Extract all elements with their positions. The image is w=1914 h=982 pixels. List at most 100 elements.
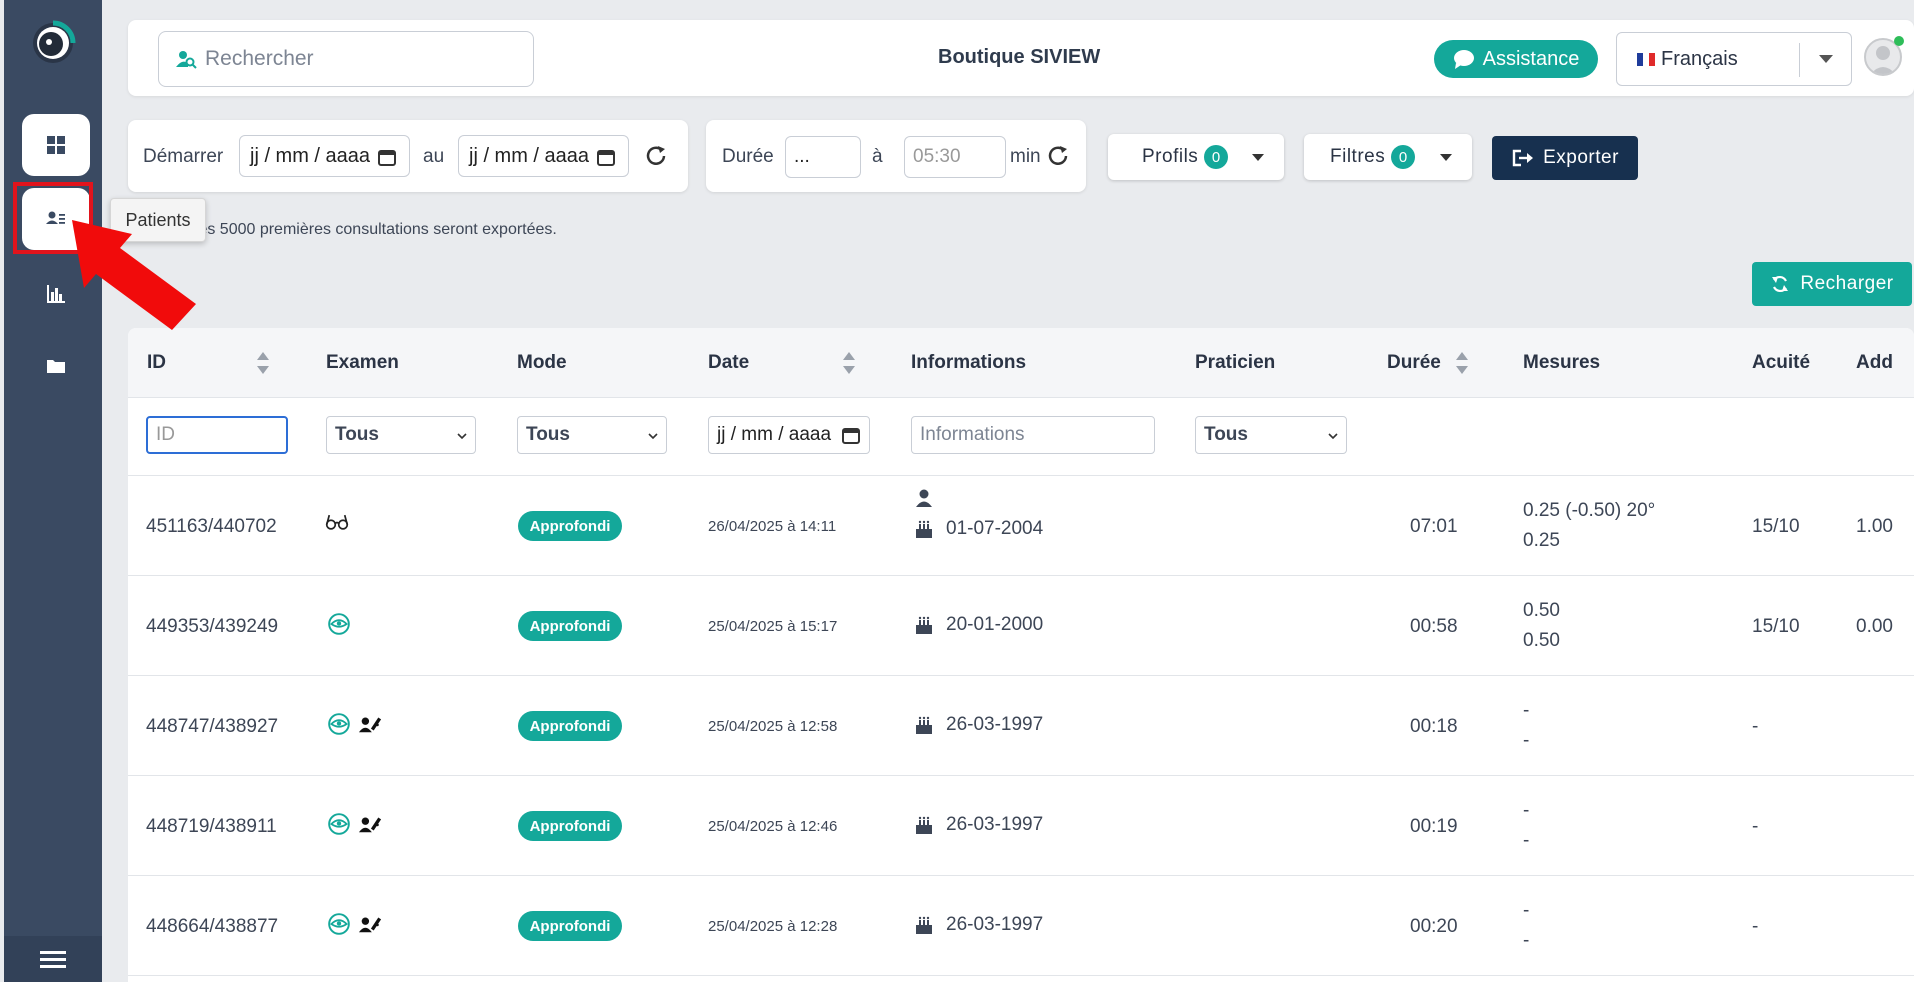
chevron-down-icon <box>457 433 467 440</box>
sync-icon <box>1772 275 1789 293</box>
row-id: 448747/438927 <box>146 716 279 737</box>
sidebar <box>4 0 102 982</box>
row-date: 25/04/2025 à 12:46 <box>708 818 838 835</box>
date-filter-input[interactable]: jj / mm / aaaa <box>708 416 870 454</box>
user-paint-icon <box>358 717 382 733</box>
row-duration: 00:18 <box>1410 716 1458 737</box>
export-button[interactable]: Exporter <box>1492 136 1638 180</box>
id-filter-input[interactable]: ID <box>146 416 288 454</box>
reload-button[interactable]: Recharger <box>1752 262 1912 306</box>
end-date-input[interactable]: jj / mm / aaaa <box>458 135 629 177</box>
folder-icon <box>47 360 65 373</box>
sort-icon[interactable] <box>256 350 270 376</box>
start-label: Démarrer <box>143 146 224 167</box>
row-acuity: - <box>1752 716 1759 737</box>
table-row[interactable]: 448664/438877 Approfondi 25/04/2025 à 12… <box>128 876 1914 976</box>
row-duration: 00:19 <box>1410 816 1458 837</box>
table-row[interactable]: 451163/440702 Approfondi 26/04/2025 à 14… <box>128 476 1914 576</box>
app-logo[interactable] <box>28 18 78 68</box>
row-acuity: 15/10 <box>1752 616 1800 637</box>
chevron-down-icon <box>1328 433 1338 440</box>
start-date-input[interactable]: jj / mm / aaaa <box>239 135 410 177</box>
table-row[interactable]: 448747/438927 Approfondi 25/04/2025 à 12… <box>128 676 1914 776</box>
refresh-icon[interactable] <box>1046 144 1070 168</box>
practitioner-filter-select[interactable]: Tous <box>1195 416 1347 454</box>
birthdate-line: 20-01-2000 <box>914 614 1043 636</box>
profiles-count-badge: 0 <box>1204 145 1229 169</box>
exam-filter-select[interactable]: Tous <box>326 416 476 454</box>
duration-from-input[interactable]: ... <box>785 136 861 178</box>
menu-toggle[interactable] <box>4 936 102 982</box>
info-filter-input[interactable]: Informations <box>911 416 1155 454</box>
row-measure2: 0.25 <box>1523 530 1560 551</box>
row-acuity: 15/10 <box>1752 516 1800 537</box>
col-mode: Mode <box>517 352 567 373</box>
sort-icon[interactable] <box>842 350 856 376</box>
col-duration[interactable]: Durée <box>1387 352 1441 374</box>
assistance-label: Assistance <box>1482 47 1580 70</box>
mode-badge: Approfondi <box>518 511 622 541</box>
export-note: t les 5000 premières consultations seron… <box>186 221 557 238</box>
profiles-dropdown[interactable]: Profils 0 <box>1108 134 1284 180</box>
start-date-value: jj / mm / aaaa <box>250 144 371 167</box>
duration-to-input[interactable]: 05:30 <box>904 136 1006 178</box>
birthdate: 26-03-1997 <box>946 814 1044 835</box>
filters-label: Filtres <box>1330 146 1386 167</box>
chevron-down-icon <box>648 433 658 440</box>
col-id[interactable]: ID <box>147 352 166 374</box>
col-date[interactable]: Date <box>708 352 749 374</box>
reload-label: Recharger <box>1800 273 1894 294</box>
table-row[interactable]: 448719/438911 Approfondi 25/04/2025 à 12… <box>128 776 1914 876</box>
filters-dropdown[interactable]: Filtres 0 <box>1304 134 1472 180</box>
row-measure2: - <box>1523 930 1530 951</box>
red-arrow-icon <box>72 220 196 330</box>
duration-filter-card: Durée ... à 05:30 min <box>706 120 1086 192</box>
chat-bubble-icon <box>1453 50 1474 69</box>
calendar-icon[interactable] <box>841 425 861 445</box>
birthday-cake-icon <box>916 916 932 934</box>
practitioner-filter-value: Tous <box>1204 424 1248 445</box>
eye-circle-icon <box>328 713 350 735</box>
table-row[interactable]: 449353/439249 Approfondi 25/04/2025 à 15… <box>128 576 1914 676</box>
files-button[interactable] <box>42 352 70 380</box>
france-flag-icon <box>1637 52 1655 66</box>
duration-unit: min <box>1010 146 1041 167</box>
assistance-button[interactable]: Assistance <box>1434 40 1598 78</box>
row-measure2: 0.50 <box>1523 630 1560 651</box>
row-id: 448664/438877 <box>146 916 279 937</box>
exam-filter-value: Tous <box>335 424 379 445</box>
dashboard-button[interactable] <box>22 114 90 176</box>
row-id: 449353/439249 <box>146 616 279 637</box>
birthdate-line: 26-03-1997 <box>914 814 1043 836</box>
row-measure2: - <box>1523 830 1530 851</box>
row-add: 0.00 <box>1856 616 1893 637</box>
calendar-icon[interactable] <box>377 147 397 167</box>
birthday-cake-icon <box>916 816 932 834</box>
row-acuity: - <box>1752 816 1759 837</box>
birthday-cake-icon <box>916 520 932 538</box>
col-measures: Mesures <box>1523 352 1601 373</box>
search-user-icon <box>176 51 197 69</box>
row-acuity: - <box>1752 916 1759 937</box>
user-paint-icon <box>358 817 382 833</box>
language-select[interactable]: Français <box>1616 32 1852 86</box>
search-input[interactable]: Rechercher <box>158 31 534 87</box>
row-date: 26/04/2025 à 14:11 <box>708 518 837 535</box>
dashboard-icon <box>47 136 65 154</box>
sort-icon[interactable] <box>1455 350 1469 376</box>
refresh-icon[interactable] <box>644 144 668 168</box>
date-filter-value: jj / mm / aaaa <box>717 424 832 445</box>
eye-circle-icon <box>328 613 350 635</box>
col-add: Add <box>1856 352 1893 373</box>
col-practitioner: Praticien <box>1195 352 1276 373</box>
chevron-down-icon[interactable] <box>1819 55 1833 63</box>
birthday-cake-icon <box>916 616 932 634</box>
eye-circle-icon <box>328 813 350 835</box>
mode-filter-select[interactable]: Tous <box>517 416 667 454</box>
statistics-button[interactable] <box>42 280 70 308</box>
divider <box>1799 43 1800 77</box>
birthdate: 01-07-2004 <box>946 518 1044 539</box>
hamburger-icon <box>40 951 66 968</box>
calendar-icon[interactable] <box>596 147 616 167</box>
row-measure1: 0.50 <box>1523 600 1560 621</box>
